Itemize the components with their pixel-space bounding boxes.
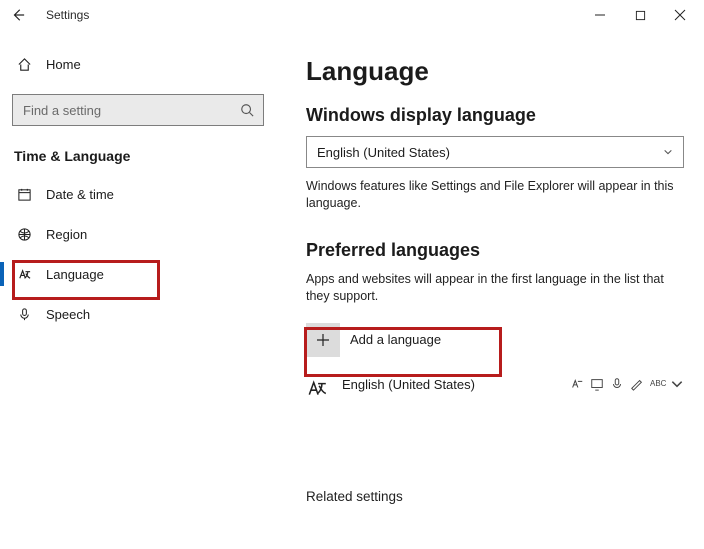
content: Language Windows display language Englis… xyxy=(282,30,704,549)
home-icon xyxy=(17,57,32,72)
plus-icon xyxy=(316,333,330,347)
tts-feature-icon xyxy=(590,377,604,391)
sidebar-item-label: Region xyxy=(46,227,87,242)
chevron-down-icon xyxy=(670,377,684,391)
display-language-value: English (United States) xyxy=(317,145,450,160)
preferred-desc: Apps and websites will appear in the fir… xyxy=(306,271,684,305)
plus-icon-box xyxy=(306,323,340,357)
calendar-clock-icon xyxy=(17,187,32,202)
language-icon xyxy=(306,377,328,399)
sidebar-item-home[interactable]: Home xyxy=(12,46,270,82)
sidebar-item-speech[interactable]: Speech xyxy=(12,294,272,334)
display-language-desc: Windows features like Settings and File … xyxy=(306,178,684,212)
sidebar-item-label: Language xyxy=(46,267,104,282)
search-box[interactable] xyxy=(12,94,264,126)
page-title: Language xyxy=(306,56,684,87)
search-input[interactable] xyxy=(21,102,239,119)
sidebar-section-header: Time & Language xyxy=(14,148,270,164)
display-lang-feature-icon xyxy=(570,377,584,391)
sidebar-item-label: Date & time xyxy=(46,187,114,202)
language-item[interactable]: English (United States) ABC xyxy=(306,377,684,399)
related-settings-heading: Related settings xyxy=(306,489,684,504)
maximize-button[interactable] xyxy=(620,1,660,29)
language-feature-icons: ABC xyxy=(570,377,684,391)
maximize-icon xyxy=(635,10,646,21)
sidebar-item-language[interactable]: Language xyxy=(12,254,272,294)
microphone-icon xyxy=(17,307,32,322)
abc-feature-icon: ABC xyxy=(650,377,664,391)
app-title: Settings xyxy=(46,8,89,22)
sidebar-item-label: Speech xyxy=(46,307,90,322)
titlebar: Settings xyxy=(0,0,704,30)
minimize-icon xyxy=(594,9,606,21)
add-language-button[interactable]: Add a language xyxy=(306,319,501,361)
language-icon xyxy=(17,267,32,282)
chevron-down-icon xyxy=(663,147,673,157)
sidebar-item-label: Home xyxy=(46,57,81,72)
sidebar-item-date-time[interactable]: Date & time xyxy=(12,174,272,214)
sidebar-item-region[interactable]: Region xyxy=(12,214,272,254)
section-preferred-heading: Preferred languages xyxy=(306,240,684,261)
language-item-name: English (United States) xyxy=(342,377,558,392)
globe-icon xyxy=(17,227,32,242)
add-language-label: Add a language xyxy=(350,332,441,347)
close-icon xyxy=(674,9,686,21)
sidebar: Home Time & Language Date & time Reg xyxy=(0,30,282,549)
back-arrow-icon xyxy=(11,8,25,22)
close-button[interactable] xyxy=(660,1,700,29)
back-button[interactable] xyxy=(4,1,32,29)
minimize-button[interactable] xyxy=(580,1,620,29)
search-icon xyxy=(240,103,254,117)
display-language-combobox[interactable]: English (United States) xyxy=(306,136,684,168)
section-display-heading: Windows display language xyxy=(306,105,684,126)
handwriting-feature-icon xyxy=(630,377,644,391)
speech-feature-icon xyxy=(610,377,624,391)
